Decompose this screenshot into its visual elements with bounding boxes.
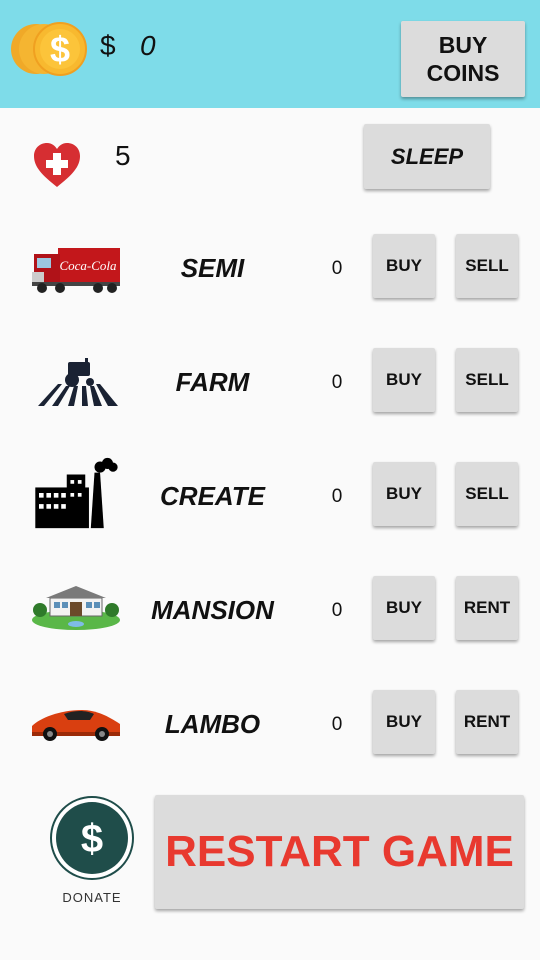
gold-coins-icon: $	[11, 22, 87, 76]
currency-symbol: $	[100, 30, 116, 61]
sports-car-icon	[32, 710, 120, 741]
buy-farm-button[interactable]: BUY	[373, 348, 435, 412]
semi-truck-icon: Coca-Cola	[32, 248, 120, 293]
buy-semi-button[interactable]: BUY	[373, 234, 435, 298]
sleep-button[interactable]: SLEEP	[364, 124, 490, 189]
health-value: 5	[115, 140, 131, 171]
top-bar: $ $ 0 BUY COINS	[0, 0, 540, 108]
asset-count-farm: 0	[331, 372, 343, 393]
tractor-icon	[38, 358, 118, 406]
buy-coins-button[interactable]: BUY COINS	[401, 21, 525, 97]
svg-text:$: $	[81, 817, 103, 861]
asset-count-mansion: 0	[331, 600, 343, 621]
donate-label[interactable]: DONATE	[40, 890, 144, 905]
asset-count-create: 0	[331, 486, 343, 507]
buy-lambo-button[interactable]: BUY	[373, 690, 435, 754]
asset-name-mansion: MANSION	[151, 595, 274, 625]
asset-name-farm: FARM	[175, 367, 250, 397]
buy-create-button[interactable]: BUY	[373, 462, 435, 526]
restart-game-button[interactable]: RESTART GAME	[155, 795, 524, 909]
sell-semi-button[interactable]: SELL	[456, 234, 518, 298]
svg-text:$: $	[50, 29, 70, 70]
mansion-icon	[32, 586, 120, 630]
rent-lambo-button[interactable]: RENT	[456, 690, 518, 754]
sell-create-button[interactable]: SELL	[456, 462, 518, 526]
health-heart-icon	[34, 143, 80, 187]
rent-mansion-button[interactable]: RENT	[456, 576, 518, 640]
coin-balance: 0	[140, 30, 156, 61]
asset-name-create: CREATE	[160, 481, 265, 511]
donate-dollar-icon[interactable]: $	[50, 796, 134, 880]
svg-text:Coca-Cola: Coca-Cola	[59, 258, 117, 273]
asset-count-semi: 0	[331, 258, 343, 279]
asset-name-semi: SEMI	[180, 253, 245, 283]
asset-count-lambo: 0	[331, 714, 343, 735]
sell-farm-button[interactable]: SELL	[456, 348, 518, 412]
factory-icon	[35, 457, 118, 529]
asset-name-lambo: LAMBO	[164, 709, 261, 739]
buy-mansion-button[interactable]: BUY	[373, 576, 435, 640]
